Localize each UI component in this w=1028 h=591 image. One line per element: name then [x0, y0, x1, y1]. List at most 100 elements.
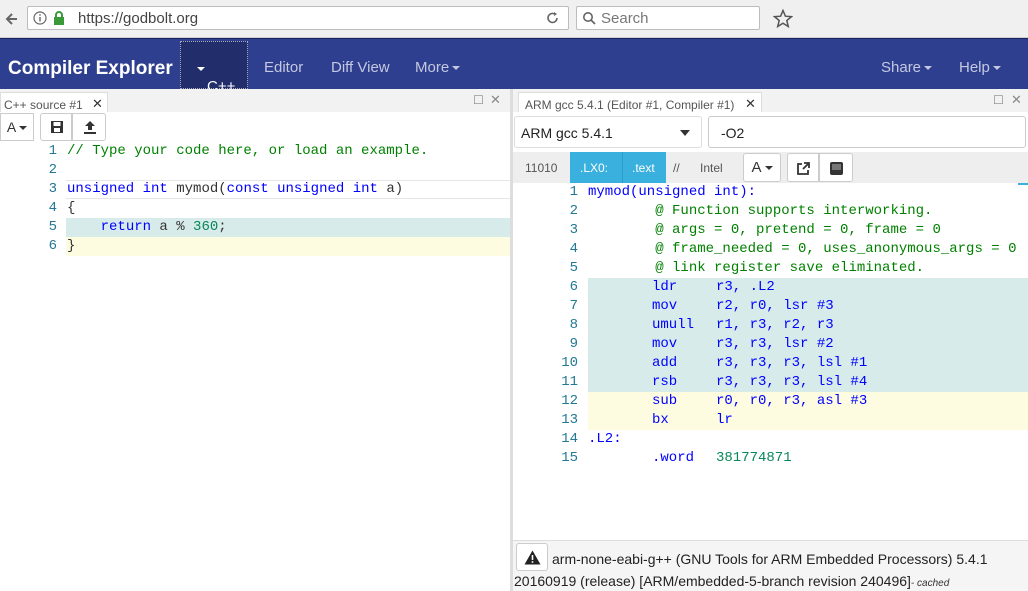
compiler-select[interactable]: ARM gcc 5.4.1 [514, 116, 702, 148]
save-button[interactable] [40, 113, 72, 141]
nav-help[interactable]: Help [959, 59, 1001, 76]
asm-comment: @ link register save eliminated. [588, 260, 925, 276]
source-tab-title: C++ source #1 [4, 98, 83, 112]
close-icon[interactable]: ✕ [92, 96, 103, 112]
language-dropdown[interactable]: C++ [180, 41, 248, 95]
filter-labels-text: .LX0: [580, 161, 609, 175]
load-button[interactable] [72, 113, 106, 141]
asm-operands: r3, r3, lsr #2 [716, 336, 834, 352]
close-pane-icon[interactable]: ✕ [490, 92, 501, 108]
source-editor[interactable]: 1 // Type your code here, or load an exa… [0, 142, 510, 591]
asm-opcode: bx [652, 412, 669, 428]
font-size-button[interactable]: A [743, 153, 781, 182]
save-icon [51, 121, 63, 133]
asm-opcode: add [652, 355, 678, 371]
back-arrow-icon[interactable] [2, 9, 22, 29]
warning-icon [524, 550, 541, 565]
filter-comments[interactable]: // [673, 161, 680, 175]
search-icon [583, 12, 596, 25]
nav-share[interactable]: Share [881, 59, 933, 76]
url-text: https://godbolt.org [78, 10, 199, 27]
filter-binary[interactable]: 11010 [525, 161, 557, 175]
caret-down-icon [19, 126, 28, 131]
scroll-marker [1018, 183, 1028, 185]
compiler-tab-title: ARM gcc 5.4.1 (Editor #1, Compiler #1) [525, 98, 735, 112]
nav-more[interactable]: More [415, 59, 461, 76]
caret-down-icon [197, 67, 205, 72]
compiler-version-line2: 20160919 (release) [ARM/embedded-5-branc… [514, 573, 911, 589]
asm-opcode: umull [652, 317, 695, 333]
maximize-icon[interactable]: ☐ [993, 93, 1004, 107]
caret-down-icon [452, 66, 461, 71]
line-number: 5 [48, 219, 57, 235]
compiler-output-button[interactable] [819, 153, 853, 182]
info-icon[interactable] [33, 11, 47, 25]
code-line: return a % 360; [100, 219, 227, 235]
line-number: 8 [569, 317, 578, 333]
asm-operands: lr [716, 412, 733, 428]
lock-icon [54, 11, 64, 25]
line-number: 11 [561, 374, 578, 390]
nav-share-label: Share [881, 59, 922, 76]
source-toolbar: A [0, 112, 510, 142]
source-tab-bar: C++ source #1 ✕ ☐ ✕ [0, 89, 510, 112]
asm-operands: r2, r0, lsr #3 [716, 298, 834, 314]
asm-opcode: rsb [652, 374, 678, 390]
compiler-tab[interactable]: ARM gcc 5.4.1 (Editor #1, Compiler #1) ✕ [518, 92, 762, 112]
browser-toolbar: https://godbolt.org Search [0, 0, 1028, 38]
maximize-icon[interactable]: ☐ [473, 93, 484, 107]
close-icon[interactable]: ✕ [745, 96, 756, 112]
compiler-options-input[interactable]: -O2 [708, 116, 1026, 148]
asm-operands: r0, r0, r3, asl #3 [716, 393, 868, 409]
terminal-icon [830, 162, 843, 175]
nav-editor[interactable]: Editor [264, 59, 303, 76]
line-number: 4 [48, 200, 57, 216]
asm-directive: .word [652, 450, 695, 466]
filter-directives[interactable]: .text [622, 152, 666, 183]
close-pane-icon[interactable]: ✕ [1011, 92, 1022, 108]
line-number: 7 [569, 298, 578, 314]
line-number: 3 [48, 181, 57, 197]
compiler-version-text: arm-none-eabi-g++ (GNU Tools for ARM Emb… [552, 546, 1028, 573]
line-number: 2 [48, 162, 57, 178]
asm-operands: r3, .L2 [716, 279, 775, 295]
asm-operands: r3, r3, r3, lsl #1 [716, 355, 868, 371]
nav-more-label: More [415, 59, 450, 76]
line-number: 9 [569, 336, 578, 352]
compiler-version-line2-row: 20160919 (release) [ARM/embedded-5-branc… [514, 573, 1028, 589]
assembly-output[interactable]: 1 mymod(unsigned int): 2 @ Function supp… [513, 183, 1028, 540]
open-external-button[interactable] [787, 153, 819, 182]
bookmark-star-icon[interactable] [773, 9, 793, 28]
asm-opcode: mov [652, 298, 678, 314]
asm-comment: @ Function supports interworking. [588, 203, 933, 219]
compiler-tab-bar: ARM gcc 5.4.1 (Editor #1, Compiler #1) ✕… [513, 89, 1028, 112]
filter-intel[interactable]: Intel [700, 161, 723, 175]
line-number: 10 [561, 355, 578, 371]
caret-down-icon [764, 166, 773, 171]
line-number: 6 [569, 279, 578, 295]
nav-diff-view[interactable]: Diff View [331, 59, 390, 76]
filter-labels[interactable]: .LX0: [570, 152, 622, 183]
line-number: 14 [561, 431, 578, 447]
asm-operands: r1, r3, r2, r3 [716, 317, 834, 333]
asm-comment: @ args = 0, pretend = 0, frame = 0 [588, 222, 941, 238]
source-tab[interactable]: C++ source #1 ✕ [0, 92, 108, 112]
line-number: 15 [561, 450, 578, 466]
compiler-options-row: ARM gcc 5.4.1 -O2 [513, 112, 1028, 152]
brand-title[interactable]: Compiler Explorer [8, 58, 173, 80]
asm-label: mymod(unsigned int): [588, 184, 757, 200]
browser-search-input[interactable]: Search [576, 6, 760, 30]
address-bar[interactable]: https://godbolt.org [27, 6, 569, 30]
external-link-icon [797, 162, 810, 175]
compiler-output-toggle[interactable] [516, 543, 548, 571]
line-number: 1 [48, 143, 57, 159]
reload-icon[interactable] [546, 11, 560, 25]
compiler-version-line1: arm-none-eabi-g++ (GNU Tools for ARM Emb… [552, 551, 988, 567]
cached-label: - cached [910, 578, 950, 589]
code-line: unsigned int mymod(const unsigned int a) [67, 181, 404, 197]
font-size-label: A [6, 119, 17, 135]
line-number: 13 [561, 412, 578, 428]
code-line: { [67, 200, 76, 216]
font-size-button[interactable]: A [0, 113, 34, 141]
asm-opcode: ldr [652, 279, 678, 295]
